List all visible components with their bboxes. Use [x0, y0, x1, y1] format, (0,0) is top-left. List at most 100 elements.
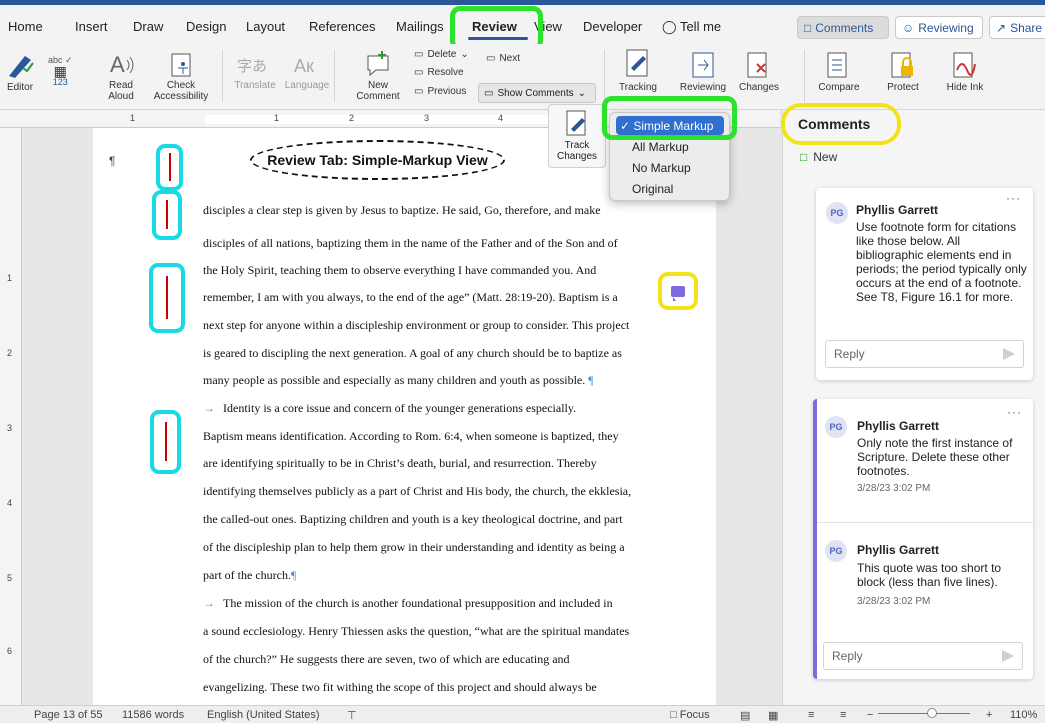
zoom-level[interactable]: 110%	[1010, 709, 1037, 721]
document-line[interactable]: evangelizing. These two fit withing the …	[203, 680, 597, 695]
resolve-icon: ▭	[414, 67, 424, 78]
previous-comment-button[interactable]: ▭ Previous	[414, 86, 466, 97]
comments-title-highlight	[781, 103, 901, 145]
document-line[interactable]: disciples of all nations, baptizing them…	[203, 236, 618, 251]
accessibility-icon	[171, 53, 191, 77]
document-line[interactable]: of the discipleship plan to help them gr…	[203, 540, 625, 555]
tab-references[interactable]: References	[309, 19, 375, 34]
read-aloud-button[interactable]: A Read Aloud	[103, 52, 139, 102]
send-icon[interactable]	[1003, 348, 1015, 360]
share-button[interactable]: ↗ Share	[989, 16, 1045, 39]
change-bar[interactable]	[166, 199, 168, 230]
comments-header-button[interactable]: □ Comments	[797, 16, 889, 39]
tab-design[interactable]: Design	[186, 19, 226, 34]
compare-button[interactable]: Compare	[814, 50, 864, 93]
paragraph-mark: ¶	[109, 154, 116, 168]
document-line[interactable]: of the church?” He suggests there are se…	[203, 652, 570, 667]
document-line[interactable]: a sound ecclesiology. Henry Thiessen ask…	[203, 624, 629, 639]
comment-author: Phyllis Garrett	[856, 203, 939, 217]
hide-ink-button[interactable]: Hide Ink	[942, 50, 988, 93]
document-line[interactable]: are identifying spiritually to be in Chr…	[203, 456, 597, 471]
comment-timestamp: 3/28/23 3:02 PM	[857, 596, 931, 607]
lock-icon	[891, 52, 913, 78]
check-accessibility-button[interactable]: Check Accessibility	[150, 52, 212, 102]
document-line[interactable]: many people as possible and especially a…	[203, 373, 594, 388]
track-changes-status-icon[interactable]: ⊤	[347, 709, 357, 722]
outline-view-icon[interactable]: ≡	[808, 709, 814, 721]
new-comment-link[interactable]: □ New	[800, 150, 837, 164]
zoom-in-button[interactable]: +	[986, 709, 992, 721]
reviewing-pane-button[interactable]: Reviewing	[677, 50, 729, 93]
send-icon[interactable]	[1002, 650, 1014, 662]
comment-marker-highlight	[658, 272, 698, 310]
status-bar: Page 13 of 55 11586 words English (Unite…	[0, 705, 1045, 723]
tab-developer[interactable]: Developer	[583, 19, 642, 34]
focus-button[interactable]: □ Focus	[670, 709, 710, 721]
document-line[interactable]: is geared to discipling the next generat…	[203, 346, 622, 361]
print-layout-icon[interactable]: ▤	[740, 709, 750, 722]
language-status[interactable]: English (United States)	[207, 709, 320, 721]
change-bar-highlight	[156, 144, 183, 191]
change-bar[interactable]	[166, 275, 168, 320]
changes-button[interactable]: Changes	[737, 50, 781, 93]
comment-text: This quote was too short to block (less …	[857, 561, 1002, 589]
change-bar[interactable]	[164, 421, 167, 462]
document-line[interactable]: next step for anyone within a disciplesh…	[203, 318, 629, 333]
change-bar-highlight	[152, 190, 182, 240]
comment-bubble-icon[interactable]	[671, 285, 685, 301]
avatar: PG	[825, 416, 847, 438]
delete-comment-button[interactable]: ▭ Delete ⌄	[414, 49, 469, 60]
track-changes-button[interactable]: Track Changes	[548, 104, 606, 168]
document-line[interactable]: → The mission of the church is another fo…	[203, 596, 613, 611]
protect-button[interactable]: Protect	[880, 50, 926, 93]
tracking-icon	[626, 49, 648, 77]
document-line[interactable]: identifying themselves publicly as a par…	[203, 484, 631, 499]
draft-view-icon[interactable]: ≡	[840, 709, 846, 721]
more-options-icon[interactable]: ···	[1006, 191, 1021, 205]
new-comment-button[interactable]: New Comment	[355, 50, 401, 102]
reply-input[interactable]: Reply	[825, 340, 1024, 368]
reviewing-header-button[interactable]: ☺ Reviewing	[895, 16, 983, 39]
zoom-slider-thumb[interactable]	[927, 708, 937, 718]
editor-side-tools[interactable]: abc ✓ ▦ 123	[48, 55, 73, 88]
tab-home[interactable]: Home	[8, 19, 43, 34]
word-count[interactable]: 11586 words	[122, 709, 184, 721]
tracking-button[interactable]: Tracking	[614, 48, 662, 93]
document-line[interactable]: the Holy Spirit, teaching them to observ…	[203, 263, 596, 278]
reply-input[interactable]: Reply	[823, 642, 1023, 670]
tab-layout[interactable]: Layout	[246, 19, 285, 34]
comment-card[interactable]: ··· PG Phyllis Garrett Use footnote form…	[816, 188, 1033, 380]
menu-item-original[interactable]: Original	[616, 179, 724, 198]
menu-item-no-markup[interactable]: No Markup	[616, 158, 724, 177]
more-options-icon[interactable]: ···	[1007, 405, 1022, 419]
title-accent-bar	[0, 0, 1045, 5]
comment-thread-active[interactable]: ··· PG Phyllis Garrett Only note the fir…	[813, 399, 1033, 679]
document-line[interactable]: the called-out ones. Baptizing children …	[203, 512, 623, 527]
show-comments-icon: ▭	[484, 87, 494, 99]
web-layout-icon[interactable]: ▦	[768, 709, 778, 722]
language-button[interactable]: Aк Language	[285, 52, 330, 91]
document-line[interactable]: → Identity is a core issue and concern of…	[203, 401, 576, 416]
tab-draw[interactable]: Draw	[133, 19, 163, 34]
next-comment-icon: ▭	[486, 53, 496, 64]
editor-button[interactable]: Editor	[3, 50, 37, 93]
vertical-ruler[interactable]: 1 2 3 4 5 6	[0, 128, 22, 705]
zoom-out-button[interactable]: −	[867, 709, 873, 721]
change-bar[interactable]	[168, 153, 171, 181]
compare-icon	[827, 52, 847, 78]
tab-mailings[interactable]: Mailings	[396, 19, 444, 34]
resolve-comment-button[interactable]: ▭ Resolve	[414, 67, 464, 78]
document-line[interactable]: Baptism means identification. According …	[203, 429, 619, 444]
tab-insert[interactable]: Insert	[75, 19, 108, 34]
translate-button[interactable]: 字あ Translate	[229, 52, 281, 91]
page-count[interactable]: Page 13 of 55	[34, 709, 103, 721]
show-comments-button[interactable]: ▭ Show Comments ⌄	[478, 83, 596, 103]
document-line[interactable]: disciples a clear step is given by Jesus…	[203, 203, 601, 218]
document-line[interactable]: part of the church.¶	[203, 568, 296, 583]
zoom-slider-track[interactable]	[878, 713, 970, 714]
chevron-down-icon: ⌄	[577, 87, 586, 99]
next-comment-button[interactable]: ▭ Next	[486, 53, 520, 64]
tell-me-search[interactable]: ◯ Tell me	[662, 19, 721, 35]
tab-arrow-icon: →	[203, 401, 215, 415]
document-line[interactable]: remember, I am with you always, to the e…	[203, 290, 618, 305]
